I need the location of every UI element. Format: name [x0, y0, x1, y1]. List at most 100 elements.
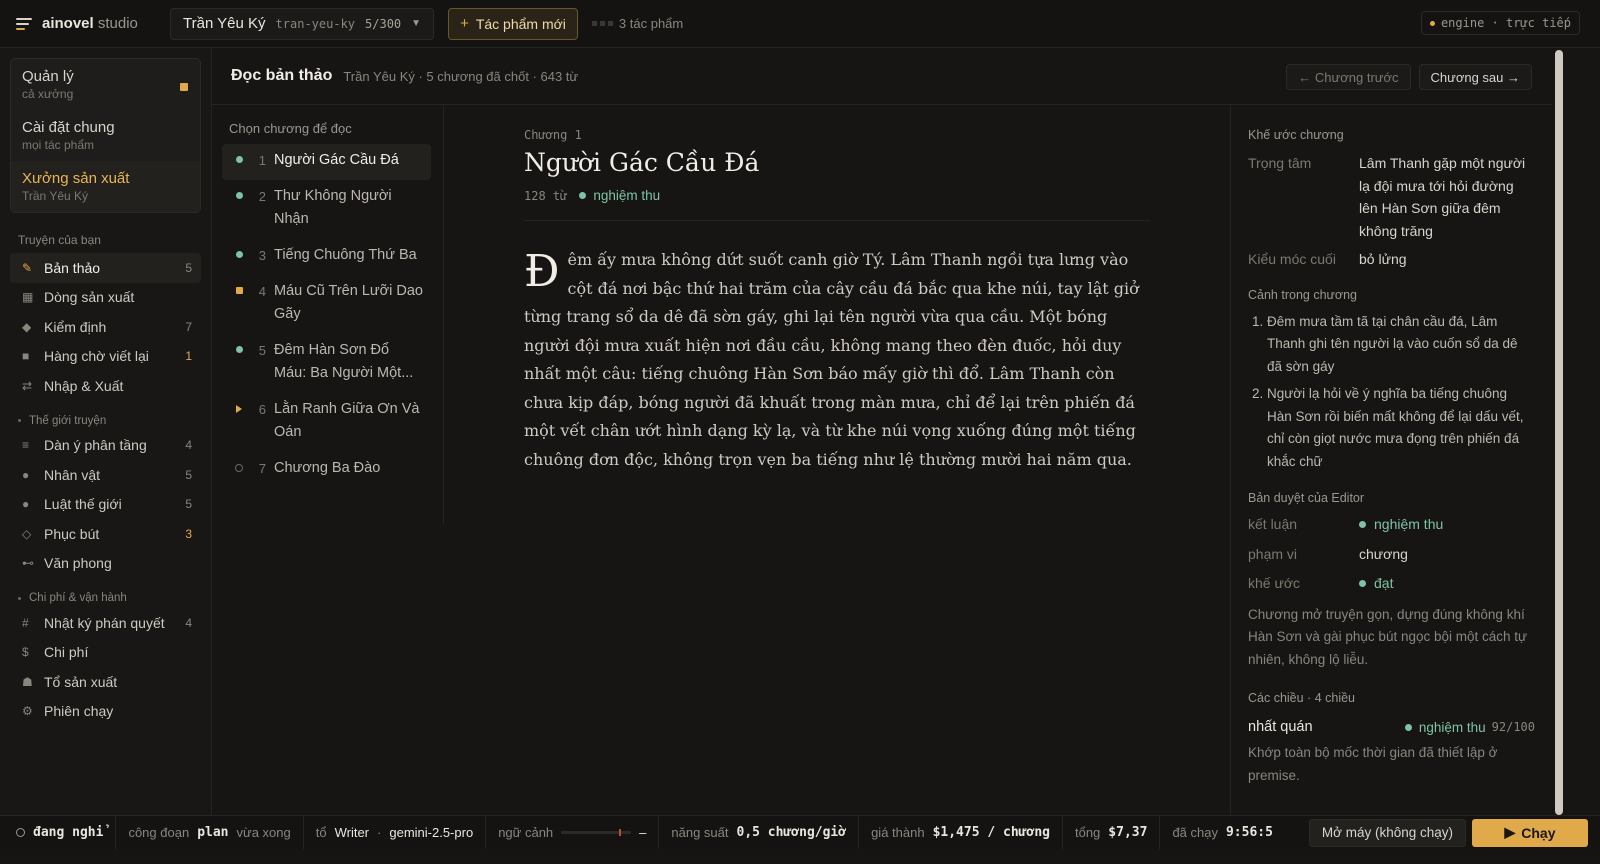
- chapter-item[interactable]: 3 Tiếng Chuông Thứ Ba: [222, 239, 431, 275]
- chapter-title: Chương Ba Đào: [274, 460, 381, 476]
- works-count: 3 tác phẩm: [618, 16, 684, 31]
- chapter-list: Chọn chương để đọc 1 Người Gác Cầu Đá 2 Thư…: [212, 105, 444, 525]
- sidebar-item-label: Văn phong: [44, 555, 112, 572]
- move-row[interactable]: nhất quán nghiệm thu 92/100: [1248, 719, 1535, 735]
- status-rewrite-icon: [235, 287, 243, 294]
- chapter-status: [230, 152, 248, 172]
- prev-chapter-button[interactable]: ← Chương trước: [1286, 64, 1411, 90]
- throughput-value: 0,5 chương/giờ: [736, 825, 847, 840]
- scope-settings[interactable]: Cài đặt chung mọi tác phẩm: [11, 110, 200, 161]
- sidebar-item-stories-1[interactable]: ▦ Dòng sản xuất: [10, 283, 201, 313]
- sidebar-item-ops-0[interactable]: # Nhật ký phán quyết 4: [10, 608, 201, 638]
- status-done-icon: [235, 156, 243, 163]
- project-selector[interactable]: Trần Yêu Ký tran-yeu-ky 5/300 ▼: [170, 7, 435, 40]
- contract-heading: Khế ước chương: [1248, 128, 1344, 142]
- sidebar-item-label: Nhân vật: [44, 466, 101, 483]
- chapter-title: Người Gác Cầu Đá: [274, 152, 399, 168]
- idle-ring-icon: [16, 828, 25, 837]
- hash-icon: #: [22, 615, 29, 630]
- run-actions: Mở máy (không chạy) ▶ Chạy: [1308, 818, 1588, 847]
- sidebar-item-stories-3[interactable]: ■ Hàng chờ viết lại 1: [10, 342, 201, 372]
- sidebar-item-world-2[interactable]: ● Luật thế giới 5: [10, 490, 201, 520]
- sidebar-item-label: Phục bút: [44, 525, 100, 542]
- new-work-button[interactable]: + Tác phẩm mới: [448, 7, 578, 40]
- sidebar-item-count: 5: [185, 260, 192, 275]
- scope-manage[interactable]: Quản lý cả xưởng: [11, 59, 200, 110]
- sidebar-item-world-3[interactable]: ◇ Phục bút 3: [10, 519, 201, 549]
- chapter-item[interactable]: 6 Lằn Ranh Giữa Ơn Và Oán: [222, 393, 431, 452]
- reader: Chương 1 Người Gác Cầu Đá 128 từ nghiệm …: [524, 105, 1150, 474]
- separator: ·: [377, 825, 382, 840]
- runtime-value: 9:56:5: [1225, 825, 1273, 840]
- run-label: Chạy: [1521, 824, 1556, 841]
- foreshadow-icon: ◇: [22, 526, 32, 541]
- sidebar-item-count: 5: [185, 467, 192, 482]
- chapter-title: Người Gác Cầu Đá: [524, 148, 760, 177]
- contract-key: khế ước: [1248, 575, 1301, 591]
- engine-state-label: đang nghỉ: [33, 825, 104, 840]
- logo-icon: [16, 17, 32, 30]
- team-value: Writer: [334, 825, 370, 840]
- scope-title: Xưởng sản xuất: [22, 170, 130, 187]
- contract-row: khế ước đạt: [1248, 572, 1535, 595]
- chapter-item[interactable]: 7 Chương Ba Đào: [222, 452, 431, 488]
- chapter-number: 5: [258, 343, 266, 358]
- swap-icon: ⇄: [22, 378, 33, 393]
- scene-list: Đêm mưa tầm tã tại chân cầu đá, Lâm Than…: [1248, 311, 1535, 474]
- sidebar-item-world-1[interactable]: ● Nhân vật 5: [10, 460, 201, 490]
- sidebar-item-count: 1: [185, 349, 192, 364]
- chapter-number: 3: [258, 248, 266, 263]
- play-icon: ▶: [1504, 824, 1516, 840]
- nav-ops: # Nhật ký phán quyết 4 $ Chi phí ☗ Tổ sản xuất…: [0, 608, 211, 726]
- chapter-item[interactable]: 1 Người Gác Cầu Đá: [222, 144, 431, 180]
- rule-icon: ●: [22, 497, 30, 512]
- runtime-label: đã chạy: [1172, 825, 1218, 840]
- sidebar-item-stories-2[interactable]: ◆ Kiểm định 7: [10, 312, 201, 342]
- sidebar-item-label: Luật thế giới: [44, 496, 122, 513]
- brand[interactable]: ainovel studio: [16, 15, 154, 32]
- sidebar-item-label: Hàng chờ viết lại: [44, 348, 149, 365]
- new-work-label: Tác phẩm mới: [475, 15, 566, 32]
- sidebar-item-ops-1[interactable]: $ Chi phí: [10, 638, 201, 668]
- context-status: ngữ cảnh –: [486, 816, 660, 849]
- section-world: Thế giới truyện: [18, 415, 211, 427]
- works-dots-icon: [591, 21, 613, 26]
- team-label: tổ: [315, 825, 327, 840]
- start-machine-button[interactable]: Mở máy (không chạy): [1308, 818, 1466, 847]
- sidebar-item-stories-4[interactable]: ⇄ Nhập & Xuất: [10, 371, 201, 401]
- hook-value: bỏ lửng: [1359, 251, 1407, 267]
- cost-label: giá thành: [871, 825, 925, 840]
- works-switcher[interactable]: 3 tác phẩm: [591, 16, 684, 31]
- scope-title: Cài đặt chung: [22, 119, 115, 136]
- chapter-status: [230, 188, 248, 231]
- cost-status: giá thành $1,475 / chương: [859, 816, 1063, 849]
- scrollbar[interactable]: [1555, 50, 1563, 815]
- chapter-item[interactable]: 2 Thư Không Người Nhận: [222, 180, 431, 239]
- sidebar-item-world-4[interactable]: ⊷ Văn phong: [10, 549, 201, 579]
- status-running-icon: [236, 405, 242, 413]
- sidebar-item-ops-3[interactable]: ⚙ Phiên chạy: [10, 697, 201, 727]
- focus-value: Lâm Thanh gặp một người lạ đội mưa tới h…: [1359, 155, 1526, 239]
- chapter-kicker: Chương 1: [524, 128, 582, 142]
- sidebar-item-world-0[interactable]: ≡ Dàn ý phân tầng 4: [10, 431, 201, 461]
- section-stories: Truyện của bạn: [18, 233, 101, 247]
- chapter-text: êm ấy mưa không dứt suốt canh giờ Tý. Lâ…: [524, 250, 1139, 469]
- pencil-icon: ✎: [22, 260, 33, 275]
- sidebar-item-stories-0[interactable]: ✎ Bản thảo 5: [10, 253, 201, 283]
- moves-heading: Các chiều · 4 chiều: [1248, 691, 1356, 705]
- run-button[interactable]: ▶ Chạy: [1472, 818, 1588, 847]
- team-status: tổ Writer · gemini-2.5-pro: [304, 816, 487, 849]
- chapter-item[interactable]: 5 Đêm Hàn Sơn Đổ Máu: Ba Người Một...: [222, 334, 431, 393]
- scene-item: Đêm mưa tầm tã tại chân cầu đá, Lâm Than…: [1267, 311, 1535, 379]
- total-status: tổng $7,37: [1063, 816, 1161, 849]
- total-label: tổng: [1074, 825, 1101, 840]
- scope-studio[interactable]: Xưởng sản xuất Trần Yêu Ký: [11, 161, 200, 212]
- chapter-item[interactable]: 4 Máu Cũ Trên Lưỡi Dao Gãy: [222, 275, 431, 334]
- focus-key: Trọng tâm: [1248, 155, 1312, 171]
- hook-row: Kiểu móc cuối bỏ lửng: [1248, 248, 1535, 271]
- sidebar-item-ops-2[interactable]: ☗ Tổ sản xuất: [10, 667, 201, 697]
- chapter-title: Thư Không Người Nhận: [274, 188, 392, 227]
- next-chapter-button[interactable]: Chương sau →: [1418, 64, 1532, 90]
- status-dot-icon: [1429, 20, 1435, 26]
- chapter-status: [230, 460, 248, 480]
